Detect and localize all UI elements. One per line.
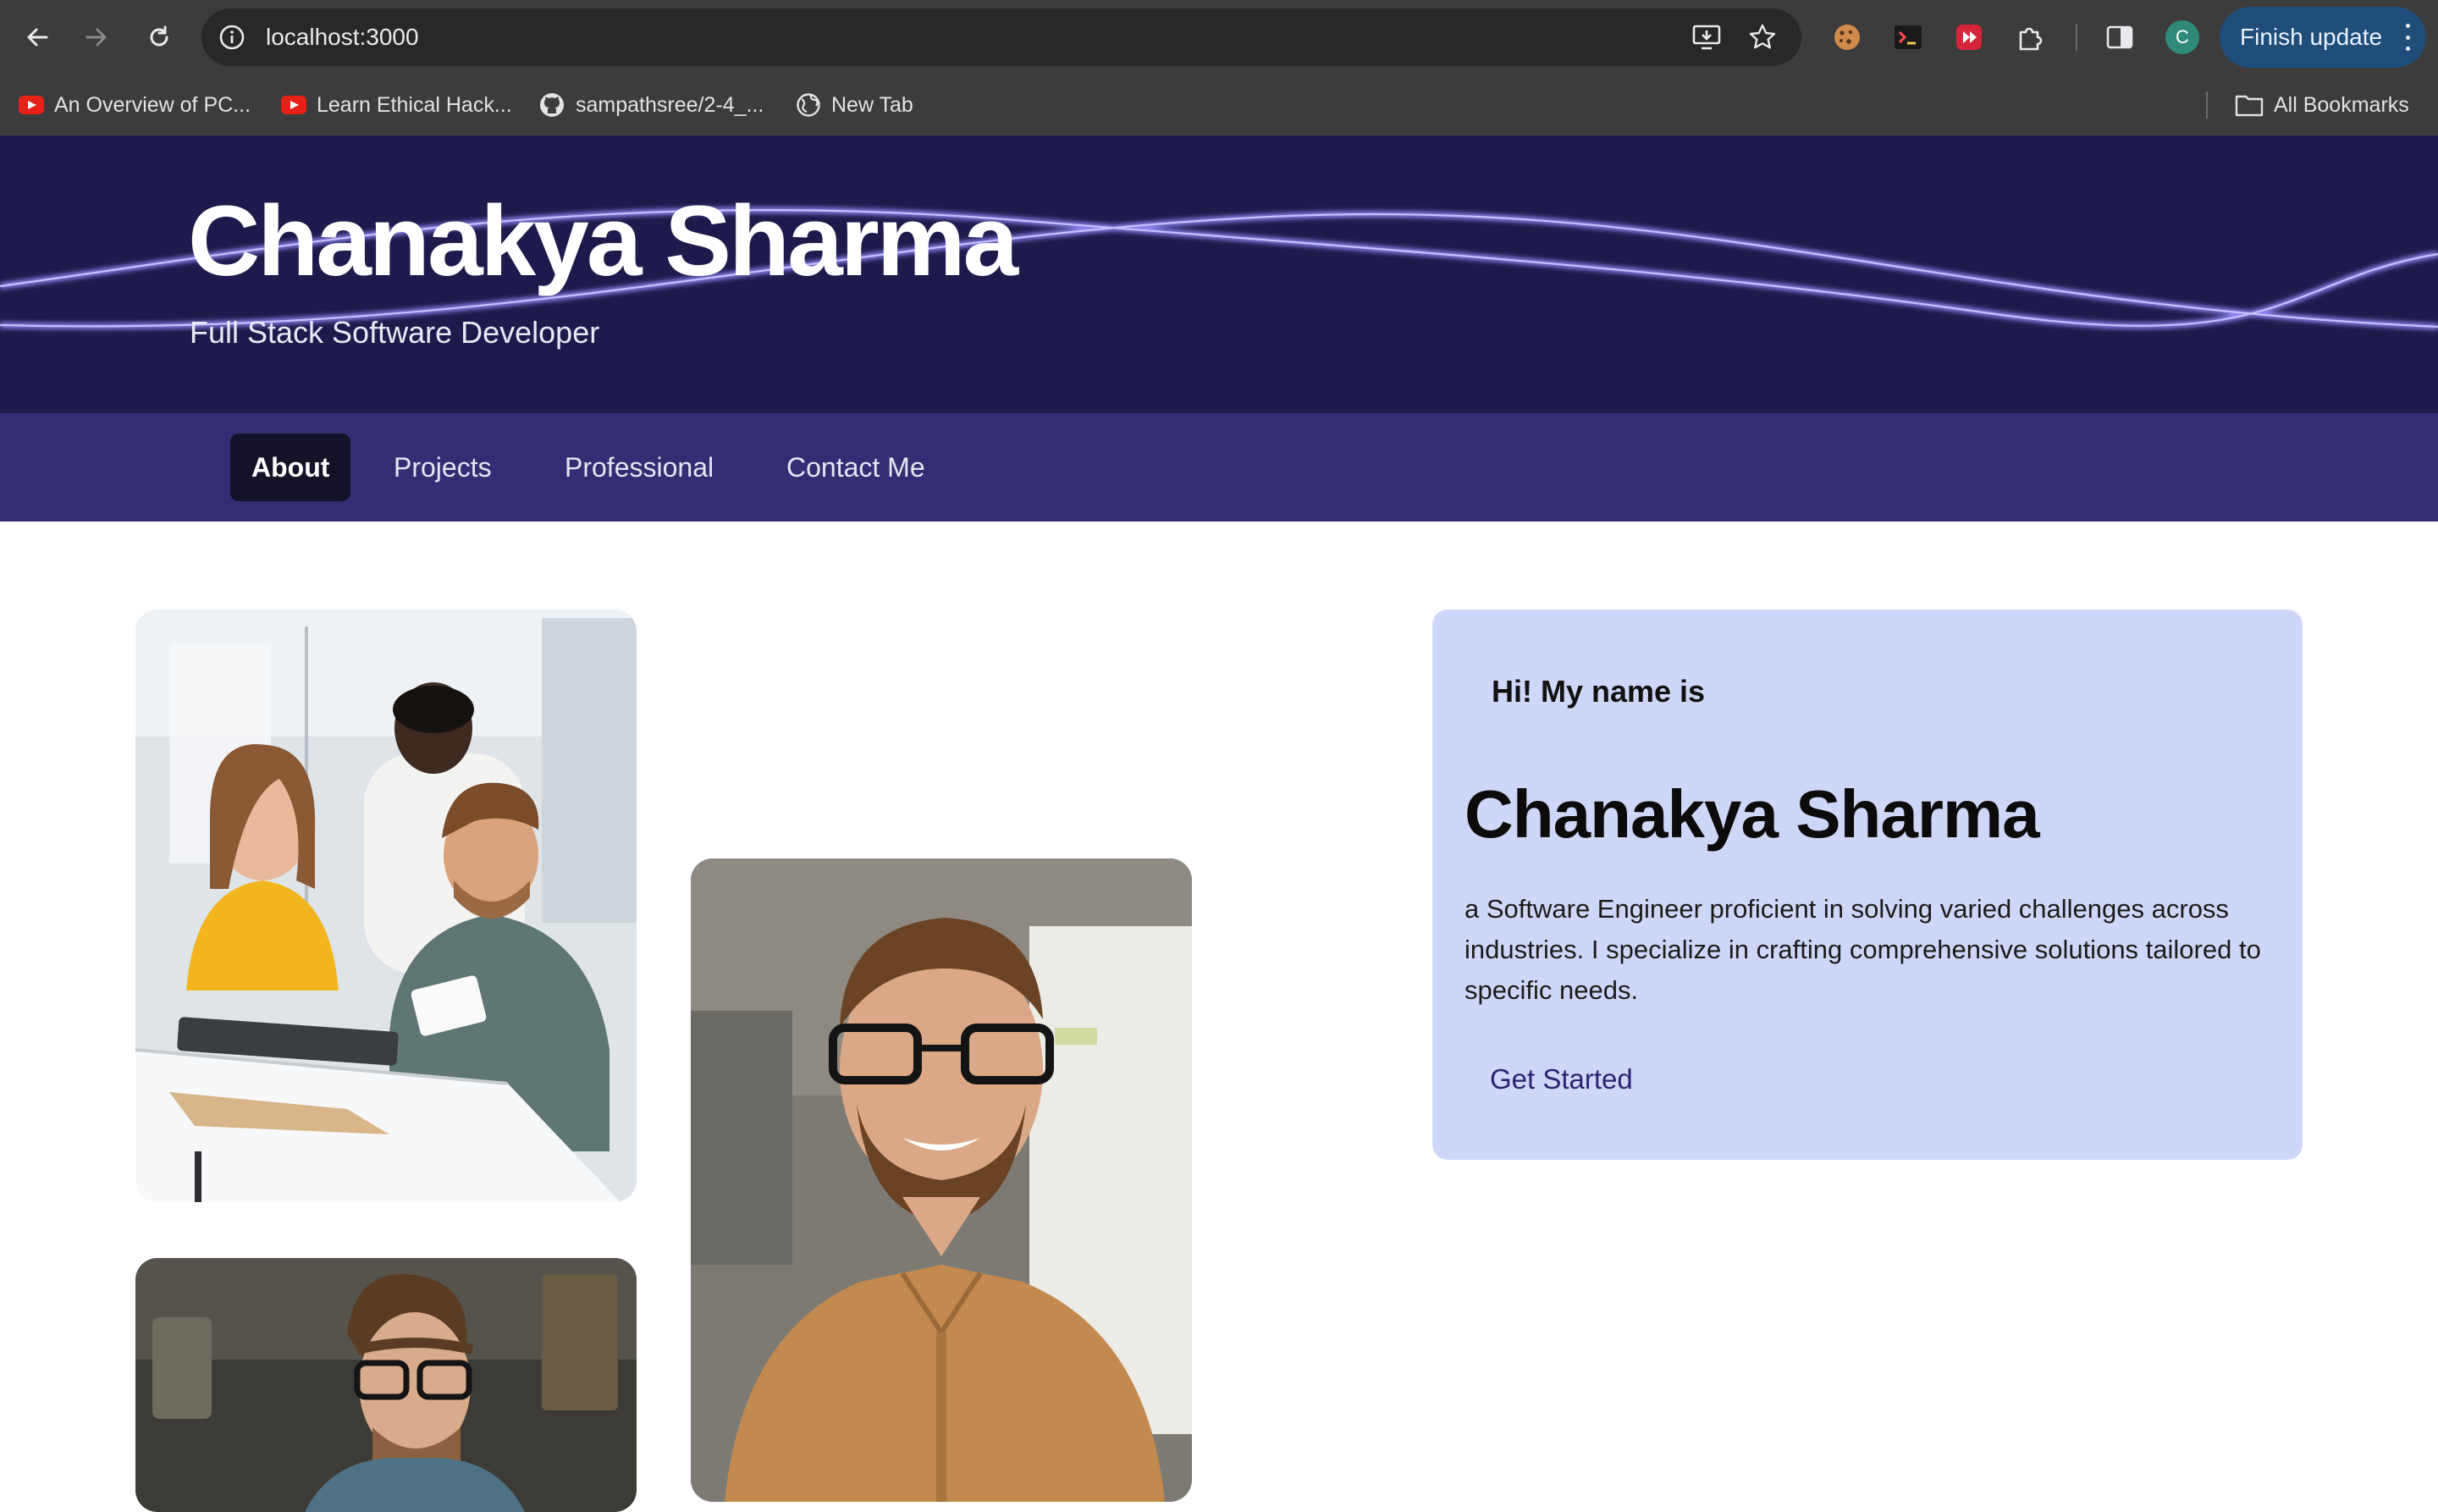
terminal-extension-icon[interactable] <box>1889 19 1927 56</box>
bookmark-label: New Tab <box>831 92 913 117</box>
bookmark-label: sampathsree/2-4_... <box>576 92 764 117</box>
bookmark-item[interactable]: New Tab <box>796 74 913 135</box>
back-arrow-icon <box>27 28 48 47</box>
portrait-photo <box>691 858 1192 1502</box>
youtube-icon <box>281 96 306 114</box>
reload-icon <box>150 25 168 47</box>
intro-greeting: Hi! My name is <box>1492 674 1706 709</box>
back-button[interactable] <box>17 17 58 58</box>
install-app-icon[interactable] <box>1690 20 1724 54</box>
bookmark-label: An Overview of PC... <box>54 92 251 117</box>
browser-toolbar: localhost:3000 C Finish update <box>0 0 2438 74</box>
reload-button[interactable] <box>139 17 179 58</box>
header-subtitle: Full Stack Software Developer <box>190 315 600 350</box>
forward-arrow-icon <box>85 28 107 47</box>
globe-icon <box>797 93 820 117</box>
youtube-icon <box>19 96 44 114</box>
bookmarks-separator <box>2206 91 2208 119</box>
bookmarks-bar: An Overview of PC... Learn Ethical Hack.… <box>0 74 2438 136</box>
all-bookmarks-label: All Bookmarks <box>2274 92 2409 117</box>
header-title: Chanakya Sharma <box>188 185 1018 297</box>
site-header: Chanakya Sharma Full Stack Software Deve… <box>0 135 2438 413</box>
intro-name: Chanakya Sharma <box>1464 776 2040 852</box>
all-bookmarks-button[interactable]: All Bookmarks <box>2235 74 2409 135</box>
finish-update-button[interactable]: Finish update <box>2220 7 2426 68</box>
bookmark-item[interactable]: An Overview of PC... <box>19 74 251 135</box>
bookmark-label: Learn Ethical Hack... <box>317 92 512 117</box>
url-text[interactable]: localhost:3000 <box>266 8 419 66</box>
main-nav: About Projects Professional Contact Me <box>0 413 2438 521</box>
site-info-icon[interactable] <box>215 20 249 54</box>
toolbar-separator <box>2076 24 2077 51</box>
side-panel-icon[interactable] <box>2101 19 2138 56</box>
developer-photo-illustration <box>135 1258 637 1512</box>
cookie-extension-icon[interactable] <box>1828 19 1866 56</box>
intro-description: a Software Engineer proficient in solvin… <box>1464 894 2261 1005</box>
portrait-photo-illustration <box>691 858 1192 1502</box>
bookmark-item[interactable]: Learn Ethical Hack... <box>281 74 512 135</box>
github-icon <box>540 93 564 117</box>
developer-photo <box>135 1258 637 1512</box>
folder-icon <box>2235 95 2264 117</box>
intro-card: Hi! My name is Chanakya Sharma a Softwar… <box>1432 610 2303 1160</box>
address-bar[interactable]: localhost:3000 <box>201 8 1801 66</box>
tab-professional[interactable]: Professional <box>543 433 735 501</box>
get-started-button[interactable]: Get Started <box>1490 1063 1633 1095</box>
bookmark-item[interactable]: sampathsree/2-4_... <box>538 74 764 135</box>
team-photo-illustration <box>135 610 637 1202</box>
tab-projects[interactable]: Projects <box>372 433 513 501</box>
tab-about[interactable]: About <box>230 433 351 501</box>
team-photo <box>135 610 637 1202</box>
more-menu-icon <box>2404 24 2411 51</box>
forward-button[interactable] <box>76 17 117 58</box>
tab-contact-me[interactable]: Contact Me <box>765 433 946 501</box>
extensions-puzzle-icon[interactable] <box>2011 19 2049 56</box>
media-extension-icon[interactable] <box>1950 19 1988 56</box>
bookmark-star-icon[interactable] <box>1746 20 1779 54</box>
profile-avatar[interactable]: C <box>2165 20 2199 54</box>
finish-update-label: Finish update <box>2240 24 2383 50</box>
